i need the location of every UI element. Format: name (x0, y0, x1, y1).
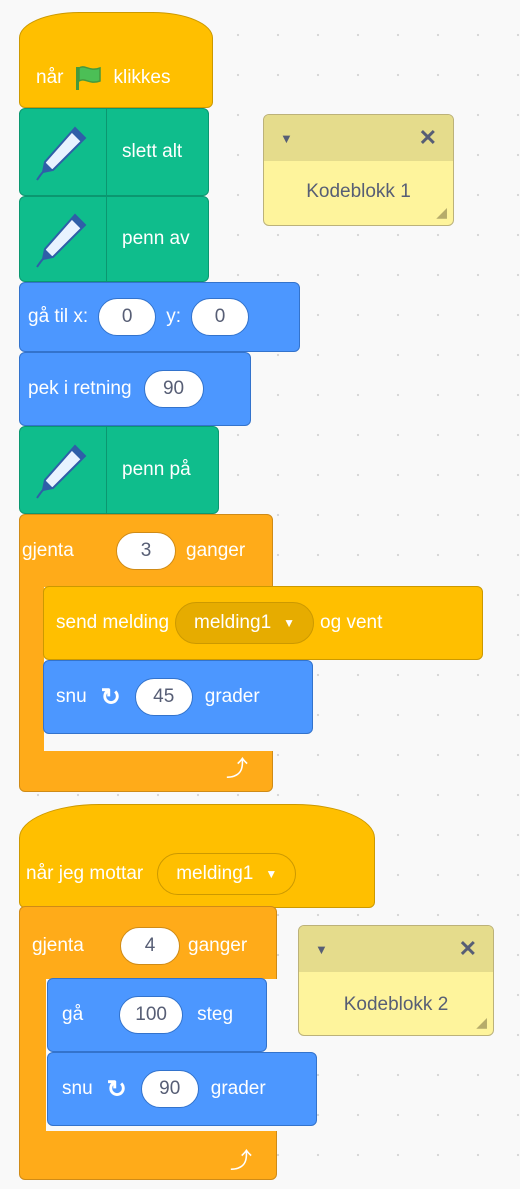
resize-handle-icon[interactable]: ◢ (436, 204, 447, 221)
go-to-xy-block[interactable]: gå til x: 0 y: 0 (19, 282, 300, 352)
pen-down-label: penn på (122, 459, 191, 480)
repeat-suffix: ganger (186, 540, 246, 561)
move-steps-input[interactable]: 100 (119, 996, 184, 1034)
receive-message-dropdown[interactable]: melding1 ▼ (157, 853, 297, 895)
chevron-down-icon: ▼ (265, 867, 278, 881)
when-flag-clicked-block[interactable]: når klikkes (19, 12, 213, 108)
turn-suffix: grader (204, 686, 260, 707)
repeat-label: gjenta (32, 935, 84, 956)
pen-icon (20, 109, 107, 195)
broadcast-and-wait-block[interactable]: send melding melding1 ▼ og vent (43, 586, 483, 660)
repeat-count-input[interactable]: 3 (116, 532, 176, 570)
y-input[interactable]: 0 (190, 298, 249, 336)
move-suffix: steg (197, 1004, 234, 1025)
pen-up-label: penn av (122, 228, 190, 249)
chevron-down-icon[interactable]: ▼ (315, 942, 328, 957)
rotate-right-icon: ↻ (106, 1075, 127, 1103)
close-icon[interactable]: ✕ (459, 936, 477, 962)
repeat-count-input[interactable]: 4 (120, 927, 180, 965)
pen-icon (20, 427, 107, 513)
pen-up-block[interactable]: penn av (19, 196, 209, 282)
turn-right-block[interactable]: snu ↻ 45 grader (43, 660, 313, 734)
receive-label: når jeg mottar (26, 863, 144, 884)
turn-label: snu (56, 686, 87, 707)
rotate-right-icon: ↻ (100, 683, 121, 711)
message-dropdown-value: melding1 (194, 612, 272, 633)
pen-icon (20, 197, 107, 281)
direction-input[interactable]: 90 (143, 370, 204, 408)
turn-suffix: grader (210, 1078, 266, 1099)
resize-handle-icon[interactable]: ◢ (476, 1014, 487, 1031)
chevron-down-icon[interactable]: ▼ (280, 131, 293, 146)
comment-header: ▼ ✕ (264, 115, 453, 161)
loop-arrow-icon: ⤴ (226, 756, 249, 781)
move-steps-block[interactable]: gå 100 steg (47, 978, 267, 1052)
pen-down-block[interactable]: penn på (19, 426, 219, 514)
chevron-down-icon: ▼ (283, 616, 296, 630)
comment-note-2[interactable]: ▼ ✕ Kodeblokk 2 ◢ (298, 925, 494, 1036)
point-direction-label: pek i retning (28, 378, 132, 399)
message-dropdown[interactable]: melding1 ▼ (175, 602, 315, 644)
close-icon[interactable]: ✕ (419, 125, 437, 151)
comment-text[interactable]: Kodeblokk 1 (264, 161, 453, 203)
hat-label-pre: når (36, 67, 64, 88)
green-flag-icon (73, 64, 103, 92)
broadcast-label: send melding (56, 612, 170, 633)
loop-arrow-icon: ⤴ (230, 1148, 253, 1173)
point-in-direction-block[interactable]: pek i retning 90 (19, 352, 251, 426)
go-to-y-label: y: (166, 306, 181, 327)
turn-right-block-2[interactable]: snu ↻ 90 grader (47, 1052, 317, 1126)
erase-all-block[interactable]: slett alt (19, 108, 209, 196)
turn-degrees-input[interactable]: 90 (140, 1070, 199, 1108)
go-to-x-label: gå til x: (28, 306, 89, 327)
hat-label-post: klikkes (113, 67, 171, 88)
comment-note-1[interactable]: ▼ ✕ Kodeblokk 1 ◢ (263, 114, 454, 226)
when-i-receive-block[interactable]: når jeg mottar melding1 ▼ (19, 804, 375, 908)
comment-header: ▼ ✕ (299, 926, 493, 972)
move-label: gå (62, 1004, 84, 1025)
broadcast-suffix: og vent (320, 612, 383, 633)
receive-dropdown-value: melding1 (176, 863, 254, 884)
repeat-label: gjenta (22, 540, 74, 561)
comment-text[interactable]: Kodeblokk 2 (299, 972, 493, 1016)
x-input[interactable]: 0 (98, 298, 157, 336)
repeat-suffix: ganger (188, 935, 248, 956)
turn-label: snu (62, 1078, 93, 1099)
turn-degrees-input[interactable]: 45 (134, 678, 193, 716)
erase-all-label: slett alt (122, 141, 183, 162)
